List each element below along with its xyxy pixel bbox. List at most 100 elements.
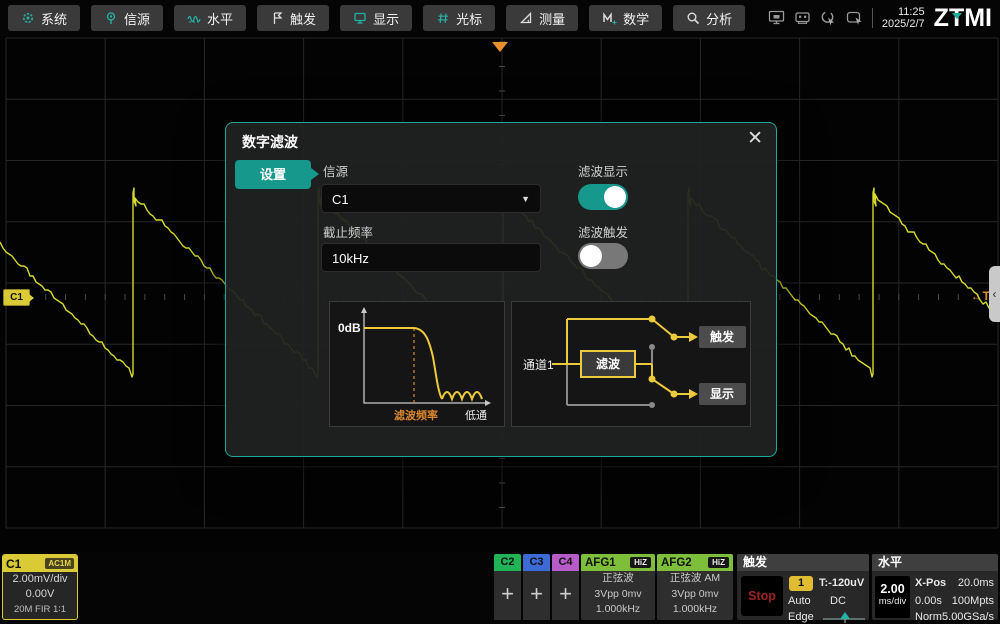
measure-ruler-icon bbox=[519, 11, 533, 25]
channel-c1-block[interactable]: C1 AC1M 2.00mV/div 0.00V 20M FIR 1∶1 bbox=[2, 554, 78, 620]
menu-button-measure[interactable]: 测量 bbox=[506, 5, 578, 31]
menu-button-trigger[interactable]: 触发 bbox=[257, 5, 329, 31]
zero-db-label: 0dB bbox=[338, 321, 361, 335]
clock: 11:25 2025/2/7 bbox=[882, 6, 925, 30]
c1-extra: 20M FIR 1∶1 bbox=[3, 602, 77, 617]
time: 11:25 bbox=[882, 6, 925, 18]
timebase-box[interactable]: 2.00 ms/div bbox=[875, 576, 910, 618]
close-icon[interactable]: ✕ bbox=[747, 128, 763, 150]
afg2-name: AFG2 bbox=[661, 557, 692, 569]
timebase-unit: ms/div bbox=[875, 596, 910, 607]
c2-header: C2 bbox=[494, 554, 521, 571]
menu-label: 分析 bbox=[706, 9, 732, 28]
screen-share-icon[interactable] bbox=[768, 10, 785, 26]
channel-c3-block[interactable]: C3 + bbox=[523, 554, 550, 620]
menu-button-system[interactable]: 系统 bbox=[8, 5, 80, 31]
xpos-value[interactable]: 0.00s bbox=[915, 595, 942, 607]
logo-triangle-icon bbox=[952, 13, 962, 19]
c1-name: C1 bbox=[6, 557, 21, 571]
afg1-header: AFG1 HiZ bbox=[581, 554, 655, 571]
math-icon bbox=[602, 11, 617, 25]
divider bbox=[872, 8, 873, 28]
side-panel-handle[interactable]: ‹ bbox=[989, 266, 1000, 322]
menu-label: 光标 bbox=[456, 9, 482, 28]
trigger-switch-arm bbox=[652, 319, 674, 337]
toggle-knob bbox=[604, 186, 626, 208]
usb-device-icon[interactable] bbox=[794, 10, 811, 26]
trigger-level[interactable]: T:-120uV bbox=[819, 577, 864, 589]
filter-trigger-label: 滤波触发 bbox=[578, 222, 628, 241]
filter-freq-label: 滤波频率 bbox=[394, 408, 438, 422]
filter-trigger-toggle[interactable] bbox=[578, 243, 628, 269]
memory-depth: 100Mpts bbox=[952, 595, 994, 607]
trigger-position-marker[interactable] bbox=[492, 42, 508, 52]
top-toolbar: 系统 信源 水平 触发 显示 光标 测量 数学 bbox=[0, 0, 1000, 36]
afg1-amplitude: 3Vpp 0mv bbox=[581, 587, 655, 603]
wave-icon bbox=[187, 11, 201, 25]
logo-letter: Z bbox=[934, 4, 949, 33]
touch-gesture-icon[interactable] bbox=[846, 10, 863, 26]
afg2-amplitude: 3Vpp 0mv bbox=[657, 587, 733, 603]
c4-add-button[interactable]: + bbox=[552, 571, 579, 620]
oscilloscope-screen: 系统 信源 水平 触发 显示 光标 测量 数学 bbox=[0, 0, 1000, 624]
acq-mode[interactable]: Norm bbox=[915, 611, 942, 623]
c3-header: C3 bbox=[523, 554, 550, 571]
afg1-hiz-badge: HiZ bbox=[630, 557, 651, 568]
menu-label: 触发 bbox=[290, 9, 316, 28]
digital-filter-dialog: 数字滤波 ✕ 设置 信源 C1 ▼ 截止频率 10kHz 滤波显示 滤波触发 0… bbox=[225, 122, 777, 457]
toggle-knob bbox=[580, 245, 602, 267]
channel-c4-block[interactable]: C4 + bbox=[552, 554, 579, 620]
afg2-header: AFG2 HiZ bbox=[657, 554, 733, 571]
filter-display-toggle[interactable] bbox=[578, 184, 628, 210]
trigger-coupling[interactable]: DC bbox=[830, 595, 846, 607]
signal-path-diagram: 滤波 触发 显示 通道1 bbox=[512, 302, 750, 426]
tab-settings[interactable]: 设置 bbox=[235, 160, 311, 189]
run-stop-indicator[interactable]: Stop bbox=[741, 576, 783, 616]
menu-button-horizontal[interactable]: 水平 bbox=[174, 5, 246, 31]
afg2-waveform: 正弦波 AM bbox=[657, 571, 733, 587]
dialog-title: 数字滤波 bbox=[242, 132, 298, 152]
afg2-block[interactable]: AFG2 HiZ 正弦波 AM 3Vpp 0mv 1.000kHz bbox=[657, 554, 733, 620]
menu-button-display[interactable]: 显示 bbox=[340, 5, 412, 31]
afg1-block[interactable]: AFG1 HiZ 正弦波 3Vpp 0mv 1.000kHz bbox=[581, 554, 655, 620]
trigger-type[interactable]: Edge bbox=[788, 611, 814, 623]
afg1-name: AFG1 bbox=[585, 557, 616, 569]
logo-letters: MI bbox=[964, 4, 992, 33]
menu-button-math[interactable]: 数学 bbox=[589, 5, 662, 31]
source-dropdown[interactable]: C1 ▼ bbox=[321, 184, 541, 213]
source-label: 信源 bbox=[323, 161, 348, 180]
filter-response-panel: 0dB 滤波频率 低通 bbox=[329, 301, 505, 427]
menu-button-analyze[interactable]: 分析 bbox=[673, 5, 745, 31]
c1-coupling-badge: AC1M bbox=[45, 558, 74, 569]
toolbar-right: 11:25 2025/2/7 ZTMI bbox=[768, 4, 1000, 33]
menu-label: 测量 bbox=[539, 9, 565, 28]
c1-header: C1 AC1M bbox=[3, 555, 77, 572]
channel-c2-block[interactable]: C2 + bbox=[494, 554, 521, 620]
filter-response-chart: 0dB 滤波频率 低通 bbox=[330, 302, 504, 426]
c2-add-button[interactable]: + bbox=[494, 571, 521, 620]
cursor-hash-icon bbox=[436, 11, 450, 25]
response-ripple bbox=[442, 392, 482, 399]
edge-type-icon bbox=[821, 610, 867, 624]
cutoff-value: 10kHz bbox=[332, 251, 369, 266]
sample-rate: 5.00GSa/s bbox=[942, 611, 994, 623]
c1-ground-marker[interactable]: C1 bbox=[3, 289, 30, 306]
filter-block-label: 滤波 bbox=[596, 356, 621, 371]
signal-path-panel: 滤波 触发 显示 通道1 bbox=[511, 301, 751, 427]
afg1-frequency: 1.000kHz bbox=[581, 602, 655, 618]
afg1-waveform: 正弦波 bbox=[581, 571, 655, 587]
trigger-source-badge[interactable]: 1 bbox=[789, 576, 813, 591]
trigger-flag-icon bbox=[270, 11, 284, 25]
cutoff-input[interactable]: 10kHz bbox=[321, 243, 541, 272]
date: 2025/2/7 bbox=[882, 18, 925, 30]
antenna-icon bbox=[104, 11, 118, 25]
menu-label: 信源 bbox=[124, 9, 150, 28]
time-window: 20.0ms bbox=[958, 577, 994, 589]
trigger-level-marker[interactable]: ←T bbox=[971, 289, 990, 303]
menu-button-cursor[interactable]: 光标 bbox=[423, 5, 495, 31]
trigger-sweep[interactable]: Auto bbox=[788, 595, 811, 607]
logo-letter-t: T bbox=[949, 4, 964, 33]
menu-button-source[interactable]: 信源 bbox=[91, 5, 163, 31]
touch-record-icon[interactable] bbox=[820, 10, 837, 26]
c3-add-button[interactable]: + bbox=[523, 571, 550, 620]
